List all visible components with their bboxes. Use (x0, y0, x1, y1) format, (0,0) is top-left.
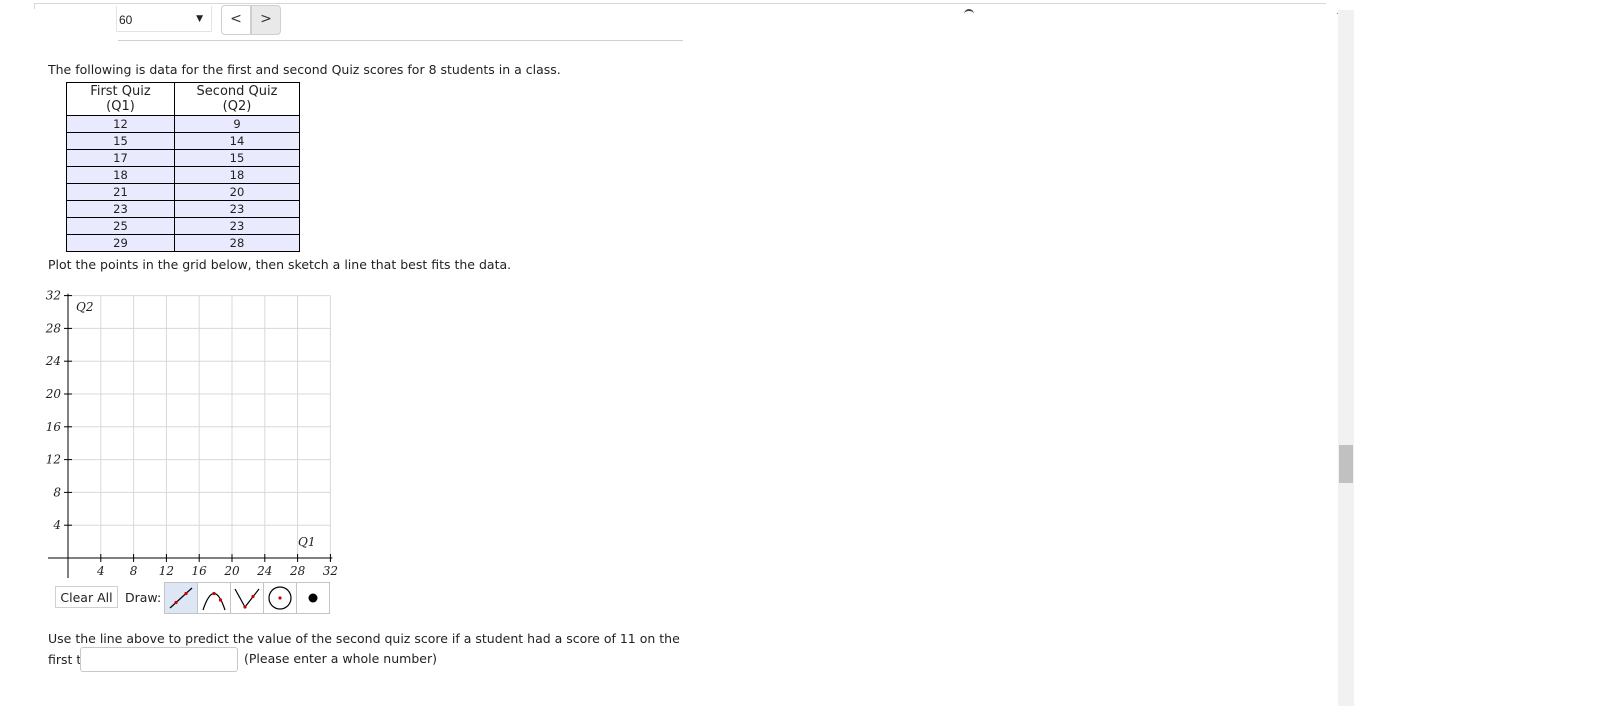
x-tick-label: 8 (130, 564, 138, 578)
x-tick-label: 24 (256, 564, 272, 578)
table-cell-q1: 25 (66, 217, 175, 235)
table-cell-q2: 23 (174, 200, 300, 218)
point-tool-icon (308, 593, 318, 603)
chevron-down-icon: ▼ (196, 14, 203, 24)
table-cell-q2: 23 (174, 217, 300, 235)
circle-tool-icon (268, 586, 292, 610)
graph-canvas[interactable]: 4 8 12 16 20 24 28 32 32 28 24 20 16 12 8 4 Q2 Q1 (40, 290, 340, 580)
table-row: 21 20 (66, 183, 300, 201)
plot-instruction: Plot the points in the grid below, then … (48, 257, 512, 272)
header-divider (118, 40, 683, 41)
table-cell-q2: 9 (174, 115, 300, 133)
parabola-tool-icon (202, 591, 226, 611)
clear-all-button[interactable]: Clear All (55, 586, 118, 608)
absolute-value-tool-button[interactable] (230, 582, 264, 614)
y-tick-label: 8 (53, 485, 61, 499)
scrollbar-thumb[interactable] (1339, 445, 1353, 483)
y-tick-label: 24 (45, 354, 61, 368)
question-select-dropdown[interactable]: 60 ▼ (116, 6, 212, 32)
table-header-q2: Second Quiz (Q2) (174, 82, 300, 116)
scrollbar-track[interactable] (1338, 10, 1354, 706)
partial-icon (964, 9, 974, 16)
table-cell-q1: 17 (66, 149, 175, 167)
table-cell-q1: 29 (66, 234, 175, 252)
x-tick-label: 16 (192, 564, 208, 578)
next-question-button[interactable]: > (251, 5, 281, 35)
table-row: 12 9 (66, 115, 300, 133)
table-cell-q1: 21 (66, 183, 175, 201)
absolute-value-tool-icon (234, 588, 260, 609)
x-tick-label: 12 (159, 564, 174, 578)
circle-tool-button[interactable] (263, 582, 297, 614)
table-header-q1: First Quiz (Q1) (66, 82, 175, 116)
table-cell-q2: 20 (174, 183, 300, 201)
table-cell-q2: 14 (174, 132, 300, 150)
line-tool-icon (169, 587, 193, 609)
y-tick-label: 4 (52, 518, 61, 532)
y-tick-label: 20 (45, 387, 62, 401)
table-row: 23 23 (66, 200, 300, 218)
page-top-border (34, 3, 1326, 4)
x-tick-label: 4 (96, 564, 105, 578)
table-cell-q1: 18 (66, 166, 175, 184)
y-tick-label: 12 (46, 453, 61, 467)
table-cell-q2: 15 (174, 149, 300, 167)
y-tick-label: 32 (46, 290, 61, 303)
x-tick-label: 28 (289, 564, 306, 578)
question-select-value: 60 (119, 13, 133, 27)
y-tick-label: 16 (46, 420, 62, 434)
table-cell-q1: 23 (66, 200, 175, 218)
quiz-scores-table: First Quiz (Q1) Second Quiz (Q2) 12 9 15 1… (66, 82, 300, 252)
point-tool-button[interactable] (296, 582, 330, 614)
draw-label: Draw: (125, 590, 162, 605)
table-cell-q2: 28 (174, 234, 300, 252)
parabola-tool-button[interactable] (197, 582, 231, 614)
table-cell-q1: 12 (66, 115, 175, 133)
table-row: 15 14 (66, 132, 300, 150)
table-row: 25 23 (66, 217, 300, 235)
page-top-border-corner (34, 3, 35, 9)
table-row: 18 18 (66, 166, 300, 184)
table-row: 17 15 (66, 149, 300, 167)
answer-hint: (Please enter a whole number) (244, 651, 437, 666)
question-intro: The following is data for the first and … (48, 62, 561, 77)
x-tick-label: 32 (323, 564, 338, 578)
y-tick-label: 28 (45, 321, 62, 335)
x-tick-label: 20 (223, 564, 240, 578)
previous-question-button[interactable]: < (221, 5, 251, 35)
y-axis-label: Q2 (76, 300, 93, 314)
table-cell-q1: 15 (66, 132, 175, 150)
x-axis-label: Q1 (298, 535, 315, 549)
table-cell-q2: 18 (174, 166, 300, 184)
table-row: 29 28 (66, 234, 300, 252)
line-tool-button[interactable] (164, 582, 198, 614)
answer-input[interactable] (80, 647, 238, 672)
